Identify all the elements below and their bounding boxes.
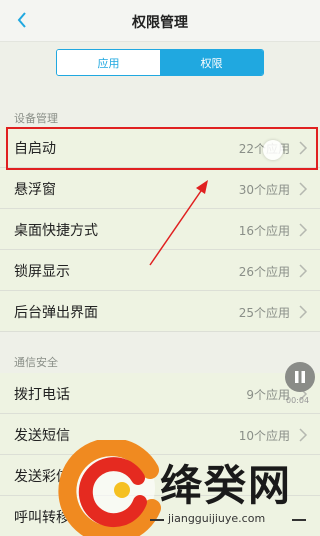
watermark-divider <box>150 519 164 521</box>
list-item-lockscreen-display[interactable]: 锁屏显示 26个应用 <box>0 250 320 291</box>
list-item-floating-window[interactable]: 悬浮窗 30个应用 <box>0 168 320 209</box>
list-item-count: 16个应用 <box>238 224 290 238</box>
header-bar: 权限管理 <box>0 0 320 42</box>
chevron-right-icon <box>299 305 308 319</box>
pause-button[interactable] <box>285 362 315 392</box>
list-item-count: 26个应用 <box>238 265 290 279</box>
tab-switcher: 应用 权限 <box>56 49 264 76</box>
list-item-desktop-shortcut[interactable]: 桌面快捷方式 16个应用 <box>0 209 320 250</box>
touch-indicator <box>263 140 283 160</box>
list-item-background-popup[interactable]: 后台弹出界面 25个应用 <box>0 291 320 332</box>
list-item-send-sms[interactable]: 发送短信 10个应用 <box>0 414 320 455</box>
chevron-right-icon <box>299 264 308 278</box>
list-item-count: 10个应用 <box>238 429 290 443</box>
watermark-brand: 绛癸网 <box>160 461 293 510</box>
chevron-right-icon <box>299 182 308 196</box>
chevron-right-icon <box>299 141 308 155</box>
list-item-label: 呼叫转移 <box>14 510 70 526</box>
pause-icon <box>295 371 305 383</box>
list-item-count: 9个应用 <box>246 388 290 402</box>
recording-timer: 00:04 <box>286 396 310 405</box>
list-item-label: 悬浮窗 <box>14 182 56 198</box>
list-item-count: 30个应用 <box>238 183 290 197</box>
list-item-label: 拨打电话 <box>14 387 70 403</box>
tab-permissions[interactable]: 权限 <box>160 50 263 75</box>
list-item-label: 发送彩信 <box>14 469 70 485</box>
list-item-label: 桌面快捷方式 <box>14 223 98 239</box>
list-item-label: 自启动 <box>14 141 56 157</box>
chevron-right-icon <box>299 223 308 237</box>
section-label-communication: 通信安全 <box>14 356 58 369</box>
page-title: 权限管理 <box>132 15 188 31</box>
section-label-device: 设备管理 <box>14 112 58 125</box>
watermark-url: jiangguijiuye.com <box>168 512 266 525</box>
list-item-label: 发送短信 <box>14 428 70 444</box>
tab-apps[interactable]: 应用 <box>57 50 160 75</box>
list-item-count: 25个应用 <box>238 306 290 320</box>
chevron-right-icon <box>299 428 308 442</box>
list-item-label: 锁屏显示 <box>14 264 70 280</box>
list-item-label: 后台弹出界面 <box>14 305 98 321</box>
watermark-divider <box>292 519 306 521</box>
list-item-phone-call[interactable]: 拨打电话 9个应用 <box>0 373 320 414</box>
